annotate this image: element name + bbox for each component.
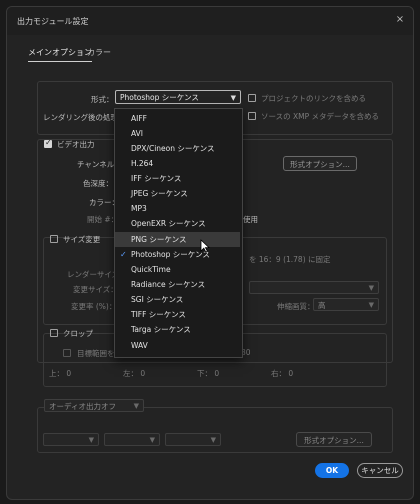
menu-item-aiff[interactable]: AIFF bbox=[115, 111, 240, 126]
audio-output-value: オーディオ出力オフ bbox=[49, 402, 116, 411]
stretch-quality-select[interactable]: 高 ▼ bbox=[313, 298, 379, 311]
menu-item-sgi[interactable]: SGI シーケンス bbox=[115, 292, 240, 307]
menu-item-label: H.264 bbox=[131, 159, 154, 168]
resize-checkbox[interactable] bbox=[50, 235, 58, 243]
checkmark-icon: ✓ bbox=[120, 250, 127, 259]
resize-preset-select[interactable]: ▼ bbox=[249, 281, 379, 294]
include-project-link-label: プロジェクトのリンクを含める bbox=[261, 94, 366, 103]
menu-item-label: MP3 bbox=[131, 204, 147, 213]
crop-right-value[interactable]: 右： 0 bbox=[271, 368, 293, 379]
format-label: 形式： bbox=[91, 95, 114, 104]
crop-left-value[interactable]: 左： 0 bbox=[123, 368, 145, 379]
audio-sample-rate-select[interactable]: ▼ bbox=[43, 433, 99, 446]
close-icon[interactable]: × bbox=[393, 13, 407, 27]
chevron-down-icon: ▼ bbox=[210, 436, 216, 444]
video-output-label: ビデオ出力 bbox=[57, 140, 95, 149]
menu-item-label: WAV bbox=[131, 341, 148, 350]
audio-format-select[interactable]: ▼ bbox=[165, 433, 221, 446]
menu-item-iff[interactable]: IFF シーケンス bbox=[115, 171, 240, 186]
menu-item-png[interactable]: PNG シーケンス bbox=[115, 232, 240, 247]
region-of-interest-checkbox[interactable] bbox=[63, 349, 71, 357]
menu-item-h264[interactable]: H.264 bbox=[115, 156, 240, 171]
crop-bottom-value[interactable]: 下： 0 bbox=[197, 368, 219, 379]
include-project-link-checkbox[interactable] bbox=[248, 94, 256, 102]
title-bar: 出力モジュール設定 × bbox=[7, 7, 413, 35]
menu-item-tiff[interactable]: TIFF シーケンス bbox=[115, 307, 240, 322]
stretch-quality-value: 高 bbox=[318, 301, 326, 310]
format-select[interactable]: Photoshop シーケンス ▼ bbox=[115, 90, 241, 104]
menu-item-label: Targa シーケンス bbox=[131, 325, 191, 334]
chevron-down-icon: ▼ bbox=[368, 301, 374, 309]
cancel-button[interactable]: キャンセル bbox=[357, 463, 403, 478]
ok-button[interactable]: OK bbox=[315, 463, 349, 478]
menu-item-quicktime[interactable]: QuickTime bbox=[115, 262, 240, 277]
menu-item-openexr[interactable]: OpenEXR シーケンス bbox=[115, 216, 240, 231]
menu-item-mp3[interactable]: MP3 bbox=[115, 201, 240, 216]
menu-item-label: JPEG シーケンス bbox=[131, 189, 188, 198]
menu-item-label: QuickTime bbox=[131, 265, 171, 274]
menu-item-wav[interactable]: WAV bbox=[115, 338, 240, 353]
tab-color[interactable]: カラー bbox=[87, 47, 111, 61]
menu-item-label: Photoshop シーケンス bbox=[131, 250, 210, 259]
mouse-pointer-icon bbox=[200, 239, 210, 253]
depth-label: 色深度： bbox=[83, 179, 113, 188]
menu-item-label: AIFF bbox=[131, 114, 147, 123]
menu-item-label: SGI シーケンス bbox=[131, 295, 184, 304]
lock-aspect-ratio-label: を 16：9 (1.78) に固定 bbox=[249, 255, 331, 264]
menu-item-label: IFF シーケンス bbox=[131, 174, 182, 183]
crop-top-value[interactable]: 上： 0 bbox=[49, 368, 71, 379]
menu-item-label: Radiance シーケンス bbox=[131, 280, 206, 289]
resize-to-label: 変更サイズ： bbox=[73, 285, 118, 294]
format-dropdown-menu: AIFF AVI DPX/Cineon シーケンス H.264 IFF シーケン… bbox=[114, 108, 243, 358]
video-output-checkbox[interactable] bbox=[44, 138, 52, 148]
crop-label: クロップ bbox=[63, 329, 93, 338]
audio-format-options-button[interactable]: 形式オプション... bbox=[296, 432, 372, 447]
window-title: 出力モジュール設定 bbox=[17, 17, 89, 26]
chevron-down-icon: ▼ bbox=[230, 94, 236, 102]
chevron-down-icon: ▼ bbox=[368, 284, 374, 292]
include-xmp-checkbox[interactable] bbox=[248, 112, 256, 120]
menu-item-avi[interactable]: AVI bbox=[115, 126, 240, 141]
menu-item-targa[interactable]: Targa シーケンス bbox=[115, 322, 240, 337]
resize-percent-label: 変更率 (%)： bbox=[71, 302, 117, 311]
resize-label: サイズ変更 bbox=[63, 235, 101, 244]
menu-item-label: DPX/Cineon シーケンス bbox=[131, 144, 215, 153]
use-partial-label: 使用 bbox=[243, 215, 258, 224]
chevron-down-icon: ▼ bbox=[88, 436, 94, 444]
menu-item-label: PNG シーケンス bbox=[131, 235, 187, 244]
video-format-options-button[interactable]: 形式オプション... bbox=[283, 156, 357, 171]
chevron-down-icon: ▼ bbox=[149, 436, 155, 444]
audio-channels-select[interactable]: ▼ bbox=[104, 433, 160, 446]
include-xmp-label: ソースの XMP メタデータを含める bbox=[261, 112, 380, 121]
region-of-interest-label: 目標範囲を bbox=[77, 349, 115, 358]
menu-item-photoshop[interactable]: ✓ Photoshop シーケンス bbox=[115, 247, 240, 262]
audio-output-select[interactable]: オーディオ出力オフ ▼ bbox=[44, 399, 144, 412]
menu-item-radiance[interactable]: Radiance シーケンス bbox=[115, 277, 240, 292]
menu-item-dpx-cineon[interactable]: DPX/Cineon シーケンス bbox=[115, 141, 240, 156]
menu-item-label: AVI bbox=[131, 129, 143, 138]
format-select-value: Photoshop シーケンス bbox=[120, 93, 199, 102]
crop-checkbox[interactable] bbox=[50, 329, 58, 337]
menu-item-jpeg[interactable]: JPEG シーケンス bbox=[115, 186, 240, 201]
chevron-down-icon: ▼ bbox=[133, 402, 139, 410]
stretch-quality-label: 伸縮画質： bbox=[277, 302, 315, 311]
tab-main-options[interactable]: メインオプション bbox=[28, 47, 92, 62]
menu-item-label: OpenEXR シーケンス bbox=[131, 219, 206, 228]
menu-item-label: TIFF シーケンス bbox=[131, 310, 186, 319]
